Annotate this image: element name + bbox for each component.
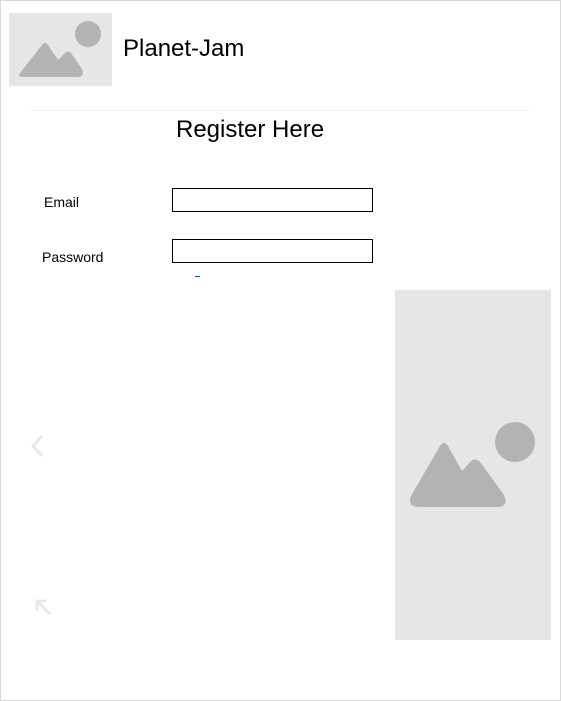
chevron-left-icon[interactable] xyxy=(27,434,47,458)
form-link[interactable] xyxy=(195,276,200,277)
password-label: Password xyxy=(42,249,104,265)
header-divider xyxy=(30,110,530,111)
image-placeholder-icon xyxy=(19,21,101,77)
logo-image xyxy=(9,13,112,86)
email-label: Email xyxy=(44,194,80,210)
app-title: Planet-Jam xyxy=(123,35,245,62)
image-placeholder-icon xyxy=(410,422,535,507)
side-image xyxy=(395,290,551,640)
page-title: Register Here xyxy=(176,116,325,143)
email-field[interactable] xyxy=(172,188,373,212)
arrow-up-left-icon[interactable] xyxy=(33,597,53,617)
password-field[interactable] xyxy=(172,239,373,263)
